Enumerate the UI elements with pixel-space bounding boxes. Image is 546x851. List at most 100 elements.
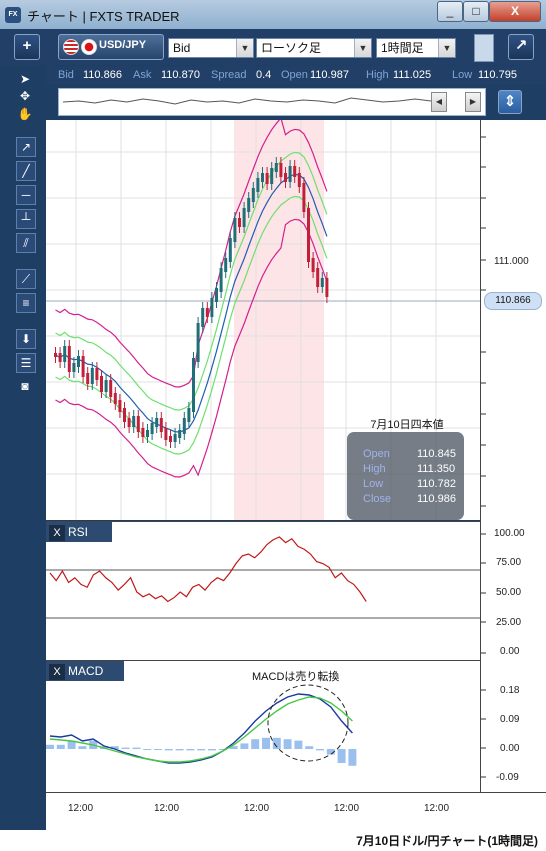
- candle-body: [279, 163, 283, 177]
- chart-style-select[interactable]: ローソク足 ▼: [256, 38, 372, 58]
- ask-value: 110.870: [161, 69, 200, 81]
- camera-icon[interactable]: ◙: [16, 377, 34, 395]
- toolbar-scroll-handle[interactable]: [474, 34, 494, 62]
- candle-body: [100, 376, 103, 392]
- candle-body: [265, 173, 269, 184]
- candle-body: [155, 418, 159, 427]
- rsi-axis-label: 50.00: [496, 587, 522, 598]
- candle-body: [187, 408, 191, 422]
- candle-body: [132, 416, 136, 427]
- list-icon[interactable]: ☰: [16, 353, 36, 373]
- low-value: 110.795: [478, 69, 517, 81]
- macd-annotation: MACDは売り転換: [252, 671, 340, 683]
- rsi-line: [49, 536, 367, 603]
- ohlc-low-label: Low: [363, 478, 384, 490]
- time-axis-label: 12:00: [244, 803, 270, 814]
- ohlc-close-label: Close: [363, 493, 392, 505]
- candle-body: [54, 353, 57, 357]
- download-icon[interactable]: ⬇: [16, 329, 36, 349]
- timeframe-value: 1時間足: [381, 41, 424, 55]
- fibonacci-icon[interactable]: ≡: [16, 293, 36, 313]
- candle-body: [201, 308, 205, 327]
- candle-body: [192, 358, 195, 412]
- nav-prev-button[interactable]: ◀: [431, 92, 447, 112]
- rsi-panel[interactable]: X RSI: [46, 521, 480, 660]
- high-label: High: [366, 69, 389, 81]
- current-price-tag: 110.866: [484, 292, 542, 310]
- currency-pair-button[interactable]: USD/JPY: [58, 34, 164, 60]
- window-title: チャート | FXTS TRADER: [27, 9, 180, 24]
- maximize-button[interactable]: □: [463, 1, 489, 22]
- candle-body: [136, 416, 140, 432]
- vertical-line-icon[interactable]: ┴: [16, 209, 36, 229]
- candle-body: [297, 173, 301, 187]
- rsi-axis-label: 0.00: [500, 646, 520, 657]
- ask-label: Ask: [133, 69, 152, 81]
- minimize-button[interactable]: _: [437, 1, 463, 22]
- close-button[interactable]: X: [489, 1, 541, 22]
- candle-body: [146, 430, 149, 437]
- candle-body: [104, 380, 108, 392]
- candle-body: [215, 288, 218, 302]
- spread-value: 0.4: [256, 69, 272, 81]
- price-type-select[interactable]: Bid ▼: [168, 38, 254, 58]
- histogram-bar: [175, 749, 184, 751]
- candle-body: [58, 353, 62, 362]
- candle-body: [251, 188, 255, 202]
- highlight-region: [234, 120, 324, 520]
- candle-body: [210, 298, 214, 317]
- histogram-bar: [348, 749, 357, 766]
- candle-body: [182, 418, 186, 434]
- histogram-bar: [251, 739, 260, 749]
- candle-body: [90, 368, 94, 384]
- time-axis-label: 12:00: [68, 803, 94, 814]
- rsi-svg: [46, 536, 480, 619]
- fan-icon[interactable]: ⟋: [16, 269, 36, 289]
- signal-line: [49, 696, 353, 763]
- chevron-down-icon: ▼: [438, 39, 455, 57]
- quote-bar: Bid 110.866 Ask 110.870 Spread 0.4 Open …: [46, 66, 546, 84]
- candle-body: [141, 428, 145, 437]
- price-type-value: Bid: [173, 41, 191, 55]
- candle-body: [288, 166, 292, 182]
- nav-next-button[interactable]: ▶: [465, 92, 481, 112]
- candle-body: [247, 198, 251, 212]
- rsi-axis-label: 75.00: [496, 557, 522, 568]
- candle-body: [127, 418, 131, 427]
- horizontal-line-icon[interactable]: ─: [16, 185, 36, 205]
- candle-body: [307, 208, 310, 262]
- cursor-icon[interactable]: ➤: [16, 70, 34, 88]
- macd-axis-label: -0.09: [496, 772, 519, 783]
- histogram-bar: [208, 749, 216, 751]
- candle-body: [178, 430, 182, 438]
- hand-icon[interactable]: ✋: [16, 105, 34, 123]
- timeframe-select[interactable]: 1時間足 ▼: [376, 38, 456, 58]
- histogram-bar: [121, 747, 130, 749]
- bid-value: 110.866: [83, 69, 122, 81]
- add-button[interactable]: +: [14, 34, 40, 60]
- parallel-lines-icon[interactable]: ⫽: [16, 233, 36, 253]
- macd-axis-label: 0.09: [500, 714, 520, 725]
- candle-body: [325, 278, 329, 297]
- candle-body: [173, 434, 177, 442]
- histogram-bar: [294, 740, 303, 749]
- chart-window: FX チャート | FXTS TRADER _ □ X + USD/JPY Bi…: [0, 0, 546, 831]
- time-axis-label: 12:00: [334, 803, 360, 814]
- jp-flag-icon: [81, 39, 97, 55]
- candle-body: [224, 258, 228, 272]
- trendline-icon[interactable]: ╱: [16, 161, 36, 181]
- candle-body: [86, 373, 90, 384]
- histogram-bar: [337, 749, 346, 763]
- ohlc-open-value: 110.845: [417, 448, 456, 460]
- low-label: Low: [452, 69, 473, 81]
- candle-body: [270, 168, 274, 184]
- chart-navigator[interactable]: ◀ ▶: [58, 88, 486, 116]
- pin-icon[interactable]: ↗: [16, 137, 36, 157]
- histogram-bar: [132, 747, 141, 749]
- detach-button[interactable]: ↗: [508, 34, 534, 60]
- candle-body: [196, 323, 200, 362]
- candle-body: [205, 308, 209, 317]
- high-value: 111.025: [393, 69, 432, 81]
- crosshair-icon[interactable]: ✥: [16, 87, 34, 105]
- chart-settings-button[interactable]: ⇕: [498, 90, 522, 114]
